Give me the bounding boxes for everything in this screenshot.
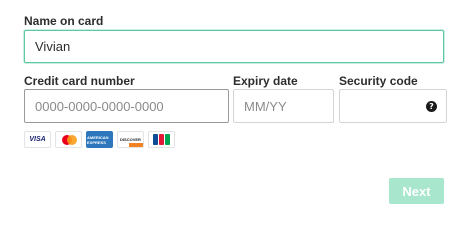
name-on-card-input[interactable] bbox=[25, 31, 443, 62]
accepted-cards: VISA AMERICAN EXPRESS DISCOVER bbox=[24, 131, 175, 148]
card-number-label: Credit card number bbox=[24, 74, 135, 88]
discover-icon: DISCOVER bbox=[117, 131, 144, 148]
card-number-input[interactable] bbox=[25, 90, 228, 122]
name-on-card-label: Name on card bbox=[24, 14, 104, 28]
next-button[interactable]: Next bbox=[389, 178, 444, 204]
amex-icon: AMERICAN EXPRESS bbox=[86, 131, 113, 148]
mastercard-icon bbox=[55, 131, 82, 148]
jcb-icon bbox=[148, 131, 175, 148]
security-code-field[interactable]: ? bbox=[339, 89, 447, 123]
name-on-card-field[interactable] bbox=[24, 30, 444, 63]
discover-text: DISCOVER bbox=[120, 137, 141, 142]
visa-icon: VISA bbox=[24, 131, 51, 148]
expiry-date-input[interactable] bbox=[234, 90, 333, 122]
security-code-label: Security code bbox=[339, 74, 418, 88]
expiry-date-label: Expiry date bbox=[233, 74, 298, 88]
expiry-date-field[interactable] bbox=[233, 89, 334, 123]
card-number-field[interactable] bbox=[24, 89, 229, 123]
help-icon[interactable]: ? bbox=[426, 101, 437, 112]
